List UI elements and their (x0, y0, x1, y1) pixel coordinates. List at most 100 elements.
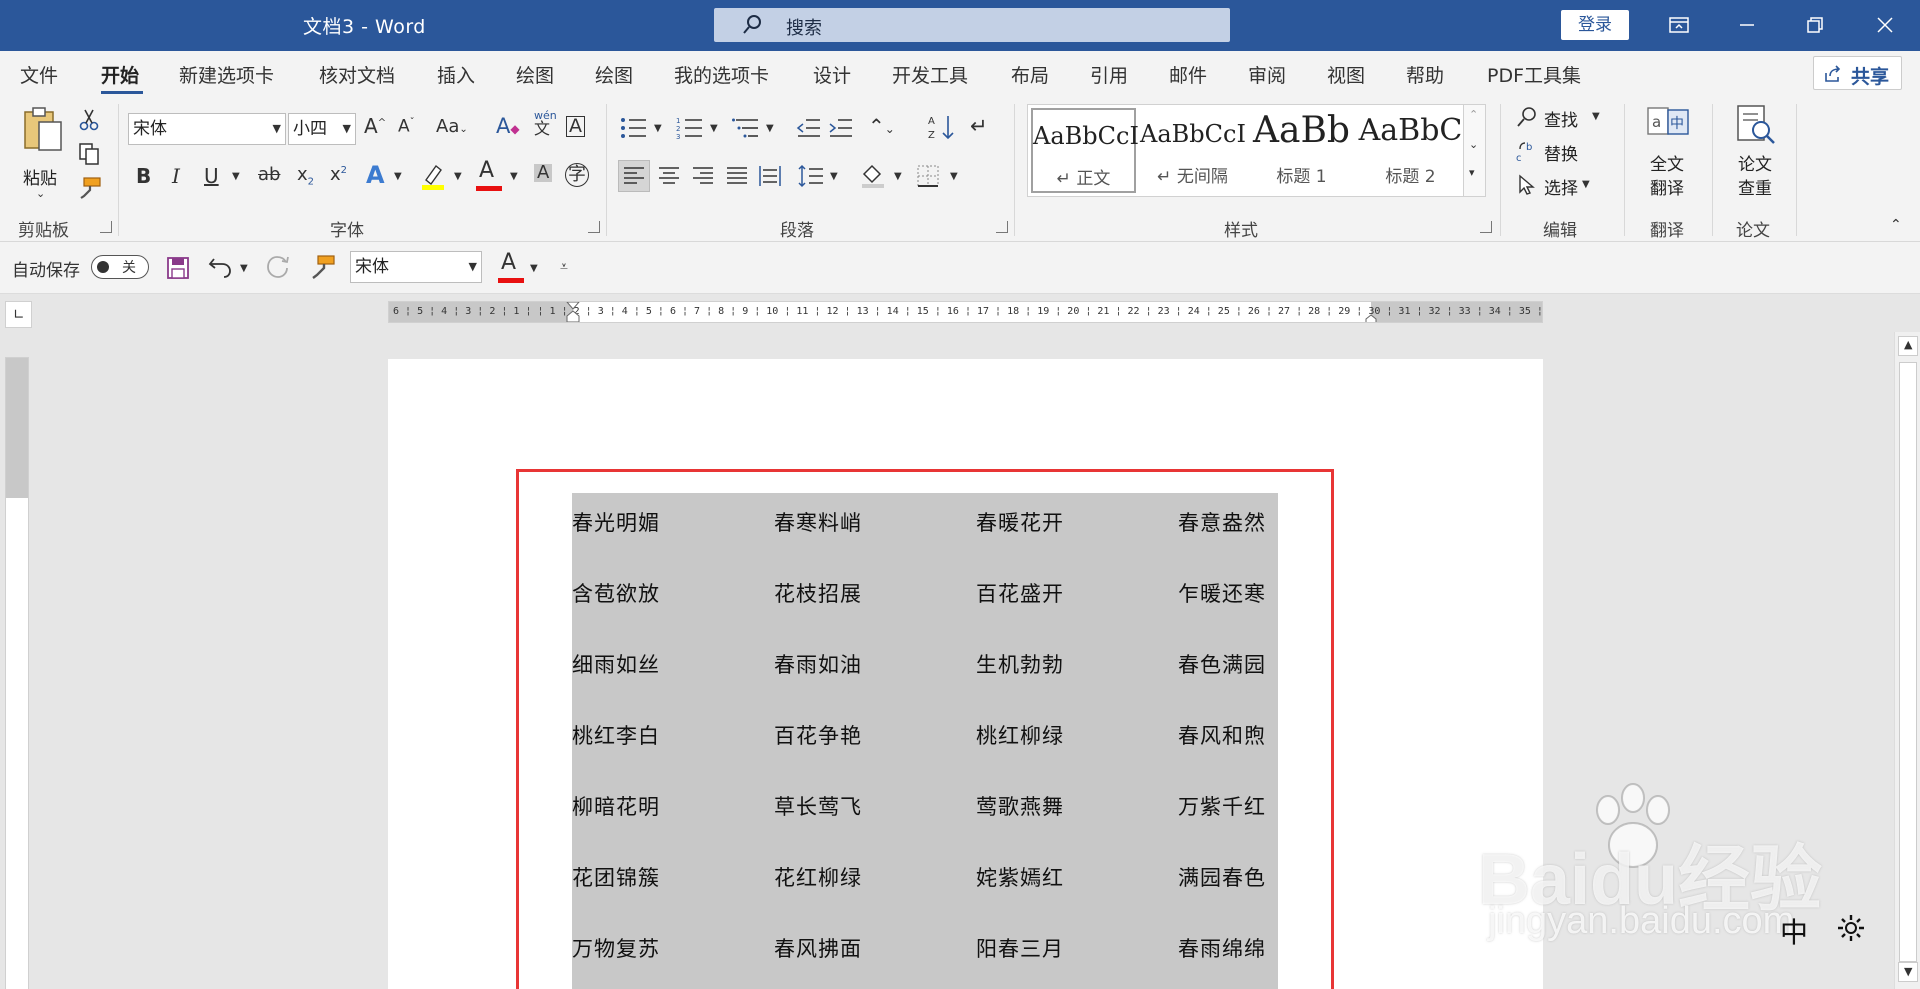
minimize-button[interactable] (1712, 0, 1782, 51)
align-center-icon[interactable] (658, 166, 680, 186)
line-spacing-dropdown-icon[interactable]: ▼ (830, 172, 838, 182)
underline-dropdown-icon[interactable]: ▼ (232, 172, 240, 182)
font-color-button[interactable]: A (476, 160, 506, 192)
tab-design[interactable]: 设计 (813, 61, 851, 88)
table-cell[interactable]: 万紫千红 (1178, 791, 1266, 821)
document-page[interactable]: 春光明媚 春寒料峭 春暖花开 春意盎然 含苞欲放 花枝招展 百花盛开 乍暖还寒 … (388, 359, 1543, 989)
text-effects-icon[interactable]: A (366, 163, 385, 187)
paragraph-launcher-icon[interactable] (996, 221, 1008, 233)
customize-toolbar-icon[interactable]: ⩡ (560, 260, 568, 274)
grow-font-icon[interactable]: A^ (364, 116, 386, 136)
shrink-font-icon[interactable]: Aˇ (398, 118, 415, 136)
table-cell[interactable]: 桃红李白 (572, 720, 660, 750)
tab-layout[interactable]: 布局 (1011, 61, 1049, 88)
table-cell[interactable]: 姹紫嫣红 (976, 862, 1064, 892)
chinese-layout-icon[interactable]: ⌃⌄ (868, 116, 895, 136)
tab-references[interactable]: 引用 (1090, 61, 1128, 88)
bold-icon[interactable]: B (136, 166, 151, 186)
tab-home[interactable]: 开始 (101, 61, 139, 88)
justify-icon[interactable] (726, 166, 748, 186)
redo-icon[interactable] (266, 254, 292, 280)
copy-icon[interactable] (78, 142, 100, 166)
table-cell[interactable]: 含苞欲放 (572, 578, 660, 608)
shading-icon[interactable] (860, 162, 886, 188)
ribbon-display-options-button[interactable] (1644, 0, 1714, 51)
phonetic-guide-icon[interactable]: wén 文 (534, 110, 557, 137)
style-normal[interactable]: AaBbCcI ↵ 正文 (1031, 108, 1139, 193)
character-border-icon[interactable]: A (566, 116, 585, 137)
subscript-icon[interactable]: x2 (297, 166, 314, 188)
numbering-icon[interactable]: 123 (676, 116, 704, 140)
table-cell[interactable]: 百花盛开 (976, 578, 1064, 608)
increase-indent-icon[interactable] (828, 117, 854, 139)
scroll-thumb[interactable] (1899, 362, 1917, 962)
share-button[interactable]: 共享 (1813, 56, 1902, 90)
font-color-dropdown-icon[interactable]: ▼ (510, 172, 518, 182)
table-cell[interactable]: 花红柳绿 (774, 862, 862, 892)
qat-font-color-button[interactable]: A (498, 250, 528, 284)
bullets-icon[interactable] (620, 116, 648, 140)
multilevel-list-icon[interactable] (732, 116, 760, 140)
replace-button[interactable]: bc 替换 (1516, 138, 1606, 166)
table-cell[interactable]: 百花争艳 (774, 720, 862, 750)
table-cell[interactable]: 生机勃勃 (976, 649, 1064, 679)
table-cell[interactable]: 春光明媚 (572, 507, 660, 537)
search-box[interactable]: 搜索 (714, 8, 1230, 42)
table-cell[interactable]: 春意盎然 (1178, 507, 1266, 537)
full-translate-button[interactable]: a中 全文 翻译 (1640, 104, 1700, 204)
paper-check-button[interactable]: 论文 查重 (1728, 104, 1788, 204)
borders-icon[interactable] (916, 164, 940, 188)
highlight-dropdown-icon[interactable]: ▼ (454, 172, 462, 182)
login-button[interactable]: 登录 (1561, 10, 1629, 40)
tab-pdf-tools[interactable]: PDF工具集 (1487, 61, 1581, 88)
highlight-color-button[interactable] (420, 162, 450, 192)
chevron-down-icon[interactable]: ⌄ (1469, 139, 1478, 150)
table-cell[interactable]: 乍暖还寒 (1178, 578, 1266, 608)
font-name-select[interactable]: 宋体 ▼ (128, 113, 286, 145)
tab-insert[interactable]: 插入 (437, 61, 475, 88)
tab-draw-1[interactable]: 绘图 (516, 61, 554, 88)
decrease-indent-icon[interactable] (796, 117, 822, 139)
clear-formatting-icon[interactable]: A◆ (496, 116, 520, 137)
line-spacing-icon[interactable] (798, 164, 824, 188)
table-cell[interactable]: 花团锦簇 (572, 862, 660, 892)
underline-icon[interactable]: U (204, 166, 219, 186)
multilevel-dropdown-icon[interactable]: ▼ (766, 124, 774, 134)
font-size-select[interactable]: 小四 ▼ (288, 113, 356, 145)
tab-help[interactable]: 帮助 (1406, 61, 1444, 88)
paste-dropdown-icon[interactable]: ⌄ (36, 188, 45, 199)
table-cell[interactable]: 春风和煦 (1178, 720, 1266, 750)
undo-dropdown-icon[interactable]: ▼ (240, 264, 248, 274)
restore-button[interactable] (1780, 0, 1850, 51)
format-painter-icon[interactable] (78, 176, 102, 200)
table-cell[interactable]: 阳春三月 (976, 933, 1064, 963)
paste-button[interactable]: 粘贴 ⌄ (18, 106, 68, 206)
table-cell[interactable]: 柳暗花明 (572, 791, 660, 821)
table-cell[interactable]: 莺歌燕舞 (976, 791, 1064, 821)
table-cell[interactable]: 草长莺飞 (774, 791, 862, 821)
show-formatting-marks-icon[interactable]: ↵ (970, 116, 988, 137)
text-effects-dropdown-icon[interactable]: ▼ (394, 172, 402, 182)
sort-icon[interactable]: AZ (928, 114, 956, 140)
table-cell[interactable]: 春雨绵绵 (1178, 933, 1266, 963)
gear-icon[interactable] (1836, 913, 1866, 943)
ime-indicator[interactable]: 中 (1780, 903, 1880, 951)
scroll-down-button[interactable]: ▼ (1898, 962, 1918, 982)
undo-icon[interactable] (208, 255, 234, 279)
align-left-button[interactable] (618, 160, 650, 192)
right-indent-marker-icon[interactable] (1365, 314, 1377, 323)
numbering-dropdown-icon[interactable]: ▼ (710, 124, 718, 134)
tab-mailings[interactable]: 邮件 (1169, 61, 1207, 88)
tab-draw-2[interactable]: 绘图 (595, 61, 633, 88)
table-cell[interactable]: 花枝招展 (774, 578, 862, 608)
select-button[interactable]: 选择 ▼ (1516, 172, 1606, 200)
close-button[interactable] (1850, 0, 1920, 51)
qat-font-select[interactable]: 宋体 ▼ (350, 251, 482, 283)
more-styles-icon[interactable]: ▾ (1469, 167, 1475, 178)
tab-developer[interactable]: 开发工具 (892, 61, 968, 88)
tab-selector[interactable]: ∟ (5, 301, 32, 328)
vertical-scrollbar[interactable]: ▲ ▼ (1894, 332, 1920, 989)
indent-marker-icon[interactable] (566, 302, 580, 323)
table-cell[interactable]: 满园春色 (1178, 862, 1266, 892)
find-button[interactable]: 查找 ▼ (1516, 104, 1606, 132)
